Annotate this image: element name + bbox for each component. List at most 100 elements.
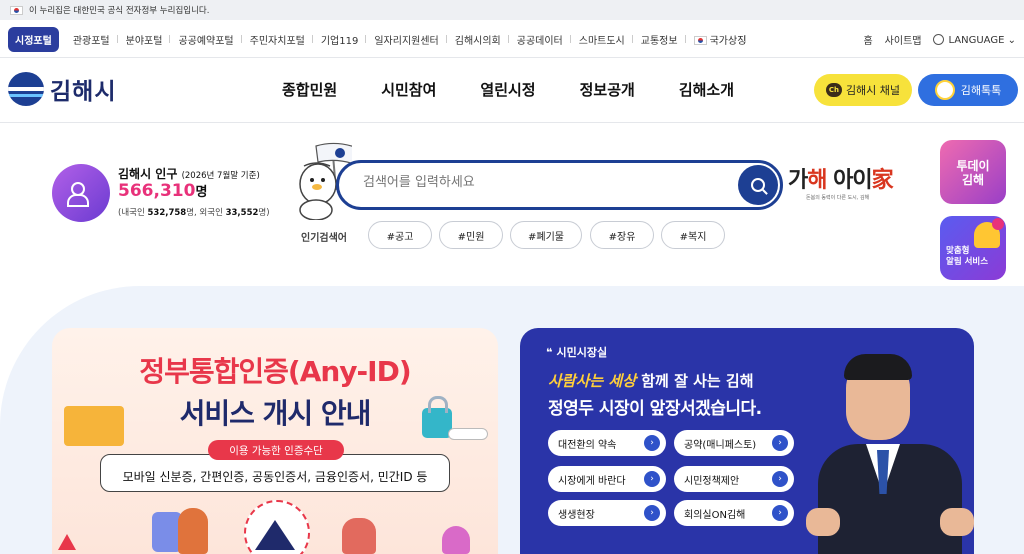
language-label: LANGUAGE (948, 34, 1005, 46)
population-unit: 명 (195, 185, 208, 200)
language-select[interactable]: LANGUAGE ⌄ (933, 33, 1016, 46)
field-report-button[interactable]: 생생현장 › (548, 500, 666, 526)
gimhae-talk-label: 김해톡톡 (960, 84, 1002, 97)
today-line1: 투데이 (956, 159, 990, 173)
search-input[interactable] (363, 175, 733, 190)
mayor-office-banner: ❝ 시민시장실 사람사는 세상 함께 잘 사는 김해 정영두 시장이 앞장서겠습니… (520, 328, 974, 554)
gov-notice-bar: 이 누리집은 대한민국 공식 전자정부 누리집입니다. (0, 0, 1024, 20)
keyword-chip[interactable]: #공고 (368, 221, 432, 249)
gimhae-logo[interactable]: 김해시 (8, 72, 116, 106)
native-label: (내국인 (118, 208, 148, 218)
logo-text: 김해시 (50, 79, 117, 105)
portal-link-council[interactable]: 김해시의회 (447, 32, 509, 47)
meeting-room-button[interactable]: 회의실ON김해 › (674, 500, 794, 526)
quote-icon: ❝ (546, 346, 553, 359)
mayor-hand (806, 508, 840, 536)
menu-civil-service[interactable]: 종합민원 (282, 79, 337, 100)
kakao-channel-icon: Ch (825, 83, 842, 97)
korea-flag-icon (10, 5, 23, 15)
aie-text-home: 家 (871, 168, 894, 193)
menu-info-disclosure[interactable]: 정보공개 (580, 79, 635, 100)
search-icon (751, 178, 765, 192)
person-illustration-icon (342, 518, 376, 554)
population-date: (2026년 7월말 기준) (181, 171, 260, 181)
portal-link-residents[interactable]: 주민자치포털 (242, 32, 314, 47)
chevron-right-icon: › (644, 435, 660, 451)
search-box (336, 160, 783, 210)
any-id-subtitle: 서비스 개시 안내 (179, 397, 372, 430)
portal-link-symbols[interactable]: 국가상징 (686, 32, 747, 47)
aie-logo-subtitle: 돈봄의 동력이 다른 도시, 김해 (806, 195, 870, 201)
wish-to-mayor-button[interactable]: 시장에게 바란다 › (548, 466, 666, 492)
mayor-headline: 정영두 시장이 앞장서겠습니다. (548, 399, 762, 419)
utility-links: 홈 사이트맵 LANGUAGE ⌄ (863, 32, 1024, 47)
mayor-photo (806, 354, 974, 554)
manifesto-label: 공약(매니페스토) (684, 439, 757, 451)
mayor-office-tag: ❝ 시민시장실 (546, 344, 607, 360)
portal-link-business[interactable]: 기업119 (313, 32, 367, 47)
today-line2: 김해 (961, 173, 985, 187)
portal-link-jobs[interactable]: 일자리지원센터 (366, 32, 448, 47)
population-icon (52, 164, 110, 222)
field-report-label: 생생현장 (558, 509, 595, 521)
keyword-chip[interactable]: #장유 (590, 221, 654, 249)
chevron-right-icon: › (772, 471, 788, 487)
korea-flag-icon (693, 36, 707, 45)
warning-icon (58, 534, 76, 550)
home-link[interactable]: 홈 (863, 32, 872, 47)
slogan-rest: 함께 잘 사는 김해 (636, 372, 754, 390)
native-count: 532,758 (147, 208, 187, 218)
population-count: 566,310명 (118, 181, 207, 201)
mayor-hair (844, 354, 912, 380)
population-title: 김해시 인구 (2026년 7월말 기준) (118, 165, 260, 182)
foreign-label: 명, 외국인 (186, 208, 226, 218)
slogan-highlight: 사람사는 세상 (548, 372, 637, 390)
portal-link-reservation[interactable]: 공공예약포털 (170, 32, 242, 47)
keyword-chip[interactable]: #민원 (439, 221, 503, 249)
aie-text-post: 아이 (826, 168, 872, 193)
promise-label: 대전환의 약속 (558, 439, 617, 451)
portal-link-smartcity[interactable]: 스마트도시 (571, 32, 633, 47)
today-gimhae-button[interactable]: 투데이 김해 (940, 140, 1006, 204)
duck-mascot-icon (934, 80, 955, 100)
portal-link-opendata[interactable]: 공공데이터 (509, 32, 571, 47)
policy-proposal-button[interactable]: 시민정책제안 › (674, 466, 794, 492)
custom-alarm-button[interactable]: 맞춤형 알림 서비스 (940, 216, 1006, 280)
keyword-chip[interactable]: #폐기물 (510, 221, 582, 249)
any-id-banner[interactable]: 정부통합인증(Any-ID) 서비스 개시 안내 모바일 신분증, 간편인증, … (52, 328, 498, 554)
portal-link-traffic[interactable]: 교통정보 (633, 32, 686, 47)
person-illustration-icon (442, 526, 470, 554)
sitemap-link[interactable]: 사이트맵 (885, 32, 922, 47)
population-breakdown: (내국인 532,758명, 외국인 33,552명) (118, 206, 270, 218)
popular-keywords-label: 인기검색어 (301, 233, 347, 244)
manifesto-button[interactable]: 공약(매니페스토) › (674, 430, 794, 456)
mayor-office-tag-text: 시민시장실 (556, 346, 608, 359)
search-button[interactable] (738, 165, 778, 205)
people-icon (67, 182, 95, 207)
any-id-title: 정부통합인증(Any-ID) (139, 355, 411, 388)
portal-link-tour[interactable]: 관광포털 (65, 32, 118, 47)
aie-text-h: 해 (807, 168, 827, 193)
globe-icon (933, 33, 945, 45)
policy-proposal-label: 시민정책제안 (684, 475, 740, 487)
menu-open-admin[interactable]: 열린시정 (480, 79, 535, 100)
wish-to-mayor-label: 시장에게 바란다 (558, 475, 626, 487)
portal-tab-city[interactable]: 시정포털 (8, 27, 59, 52)
gimhae-talk-button[interactable]: 김해톡톡 (918, 74, 1018, 106)
menu-participation[interactable]: 시민참여 (381, 79, 436, 100)
kakao-channel-label: 김해시 채널 (845, 84, 901, 97)
alarm-line2: 알림 서비스 (946, 257, 989, 267)
mayor-slogan: 사람사는 세상 함께 잘 사는 김해 (548, 370, 754, 391)
person-illustration-icon (178, 508, 208, 554)
population-count-value: 566,310 (118, 181, 196, 201)
keyword-chip[interactable]: #복지 (661, 221, 725, 249)
gahae-aie-logo[interactable]: 가해 아이家 돈봄의 동력이 다른 도시, 김해 (788, 162, 908, 210)
auth-methods-text: 모바일 신분증, 간편인증, 공동인증서, 금융인증서, 민간ID 등 (122, 469, 428, 484)
site-header: 김해시 종합민원 시민참여 열린시정 정보공개 김해소개 Ch 김해시 채널 김… (0, 59, 1024, 123)
portal-link-symbols-label: 국가상징 (709, 36, 747, 47)
kakao-channel-button[interactable]: Ch 김해시 채널 (814, 74, 912, 106)
menu-about-gimhae[interactable]: 김해소개 (679, 79, 734, 100)
portal-link-field[interactable]: 분야포털 (118, 32, 171, 47)
promise-button[interactable]: 대전환의 약속 › (548, 430, 666, 456)
auth-methods-pill: 이용 가능한 인증수단 (208, 440, 344, 460)
